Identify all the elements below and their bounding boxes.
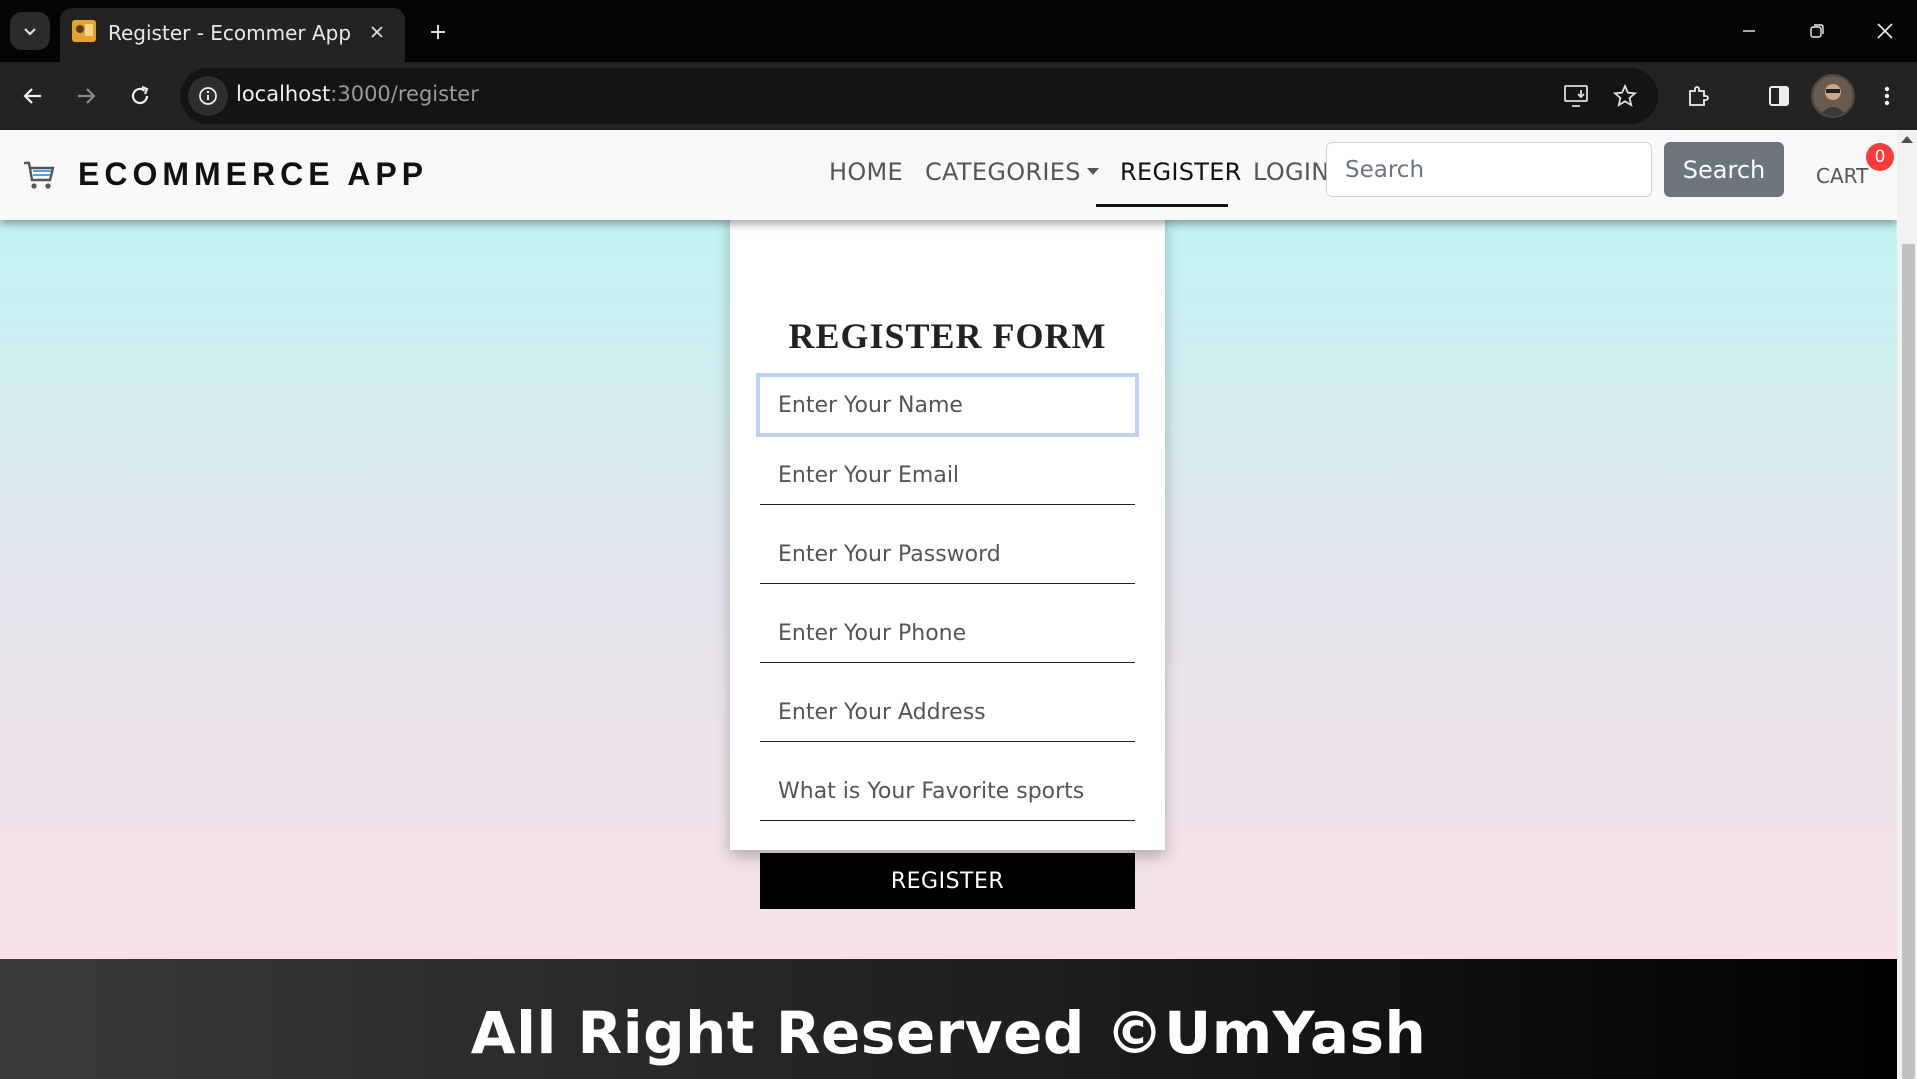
close-icon (371, 26, 383, 38)
register-form-card: REGISTER FORM REGISTER (730, 210, 1165, 909)
forward-button[interactable] (64, 74, 108, 118)
brand-link[interactable]: ECOMMERCE APP (22, 156, 428, 193)
close-tab-button[interactable] (365, 20, 389, 44)
url-path: :3000/register (330, 82, 479, 106)
nav-login-link[interactable]: LOGIN (1253, 158, 1330, 186)
reload-button[interactable] (118, 74, 162, 118)
close-icon (1877, 23, 1893, 39)
cart-count-badge: 0 (1866, 143, 1894, 171)
chevron-down-icon (24, 28, 36, 36)
browser-toolbar: localhost:3000/register (0, 62, 1917, 130)
scroll-up-arrow-icon[interactable] (1901, 136, 1913, 143)
profile-avatar[interactable] (1811, 74, 1855, 118)
page-scrollbar[interactable] (1897, 130, 1917, 1079)
side-panel-icon (1769, 86, 1789, 106)
star-icon (1613, 84, 1637, 107)
reload-icon (131, 85, 149, 105)
install-app-button[interactable] (1559, 78, 1595, 114)
address-bar[interactable]: localhost:3000/register (180, 68, 1658, 124)
form-title: REGISTER FORM (788, 316, 1107, 356)
extensions-button[interactable] (1676, 74, 1720, 118)
close-window-button[interactable] (1851, 0, 1917, 62)
side-panel-button[interactable] (1757, 74, 1801, 118)
site-info-button[interactable] (188, 76, 228, 116)
browser-tab-bar: Register - Ecommer App (0, 0, 1917, 62)
info-icon (199, 87, 217, 105)
new-tab-button[interactable] (418, 14, 458, 50)
footer-copyright: All Right Reserved ©UmYash (470, 999, 1427, 1067)
name-field[interactable] (756, 373, 1139, 437)
favorite-sport-field[interactable] (760, 763, 1135, 821)
phone-field[interactable] (760, 605, 1135, 663)
tab-list-button[interactable] (10, 12, 50, 50)
minimize-icon (1743, 30, 1755, 32)
page-viewport: ECOMMERCE APP HOME CATEGORIES REGISTER L… (0, 130, 1897, 1079)
address-field[interactable] (760, 684, 1135, 742)
back-button[interactable] (11, 74, 55, 118)
plus-icon (431, 25, 445, 39)
active-nav-underline (1096, 204, 1228, 207)
search-button[interactable]: Search (1664, 142, 1784, 197)
restore-icon (1810, 24, 1824, 38)
site-footer: All Right Reserved ©UmYash (0, 959, 1897, 1079)
password-field[interactable] (760, 526, 1135, 584)
register-button[interactable]: REGISTER (760, 853, 1135, 909)
cart-link[interactable]: CART (1816, 164, 1868, 188)
brand-name: ECOMMERCE APP (78, 156, 429, 192)
site-navbar: ECOMMERCE APP HOME CATEGORIES REGISTER L… (0, 130, 1897, 220)
nav-categories-dropdown[interactable]: CATEGORIES (925, 158, 1099, 186)
minimize-button[interactable] (1715, 0, 1783, 62)
caret-down-icon (1086, 167, 1099, 175)
search-input[interactable] (1326, 142, 1652, 197)
tab-title: Register - Ecommer App (108, 21, 352, 45)
back-arrow-icon (23, 88, 41, 104)
extensions-icon (1689, 86, 1709, 106)
favicon-icon (72, 20, 96, 42)
browser-menu-button[interactable] (1865, 74, 1909, 118)
restore-button[interactable] (1783, 0, 1851, 62)
shopping-cart-icon (24, 161, 55, 189)
bookmark-button[interactable] (1607, 78, 1643, 114)
avatar-icon (1813, 76, 1853, 116)
menu-dots-icon (1884, 86, 1890, 106)
nav-categories-label: CATEGORIES (925, 158, 1081, 186)
install-app-icon (1564, 85, 1588, 107)
browser-tab[interactable]: Register - Ecommer App (60, 8, 405, 62)
url-text: localhost:3000/register (236, 82, 479, 106)
url-host: localhost (236, 82, 331, 106)
scrollbar-thumb[interactable] (1902, 244, 1915, 1079)
email-field[interactable] (760, 447, 1135, 505)
nav-home-link[interactable]: HOME (829, 158, 903, 186)
nav-register-link[interactable]: REGISTER (1120, 158, 1242, 186)
forward-arrow-icon (78, 88, 96, 104)
